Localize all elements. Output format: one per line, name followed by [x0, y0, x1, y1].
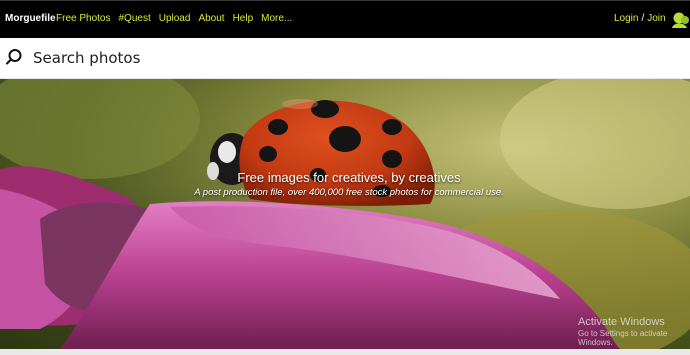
hero-banner: Free images for creatives, by creatives …: [0, 79, 690, 349]
avatar-icon[interactable]: [670, 11, 690, 29]
login-link[interactable]: Login: [614, 13, 638, 24]
nav-free-photos[interactable]: Free Photos: [56, 13, 110, 24]
site-logo[interactable]: Morguefile: [5, 13, 56, 24]
search-bar: [0, 38, 690, 79]
nav-help[interactable]: Help: [233, 13, 254, 24]
bottom-strip: [0, 349, 690, 355]
search-icon[interactable]: [5, 48, 23, 66]
hero-text: Free images for creatives, by creatives …: [0, 170, 690, 198]
nav-more[interactable]: More...: [261, 13, 292, 24]
hero-image: [0, 79, 690, 349]
watermark-title: Activate Windows: [578, 316, 665, 328]
auth-separator: /: [641, 13, 645, 24]
nav-about[interactable]: About: [198, 13, 224, 24]
top-navbar: Morguefile Free Photos #Quest Upload Abo…: [0, 0, 690, 38]
join-link[interactable]: Join: [647, 13, 665, 24]
activate-windows-watermark: Activate Windows Go to Settings to activ…: [578, 316, 690, 347]
main-nav: Free Photos #Quest Upload About Help Mor…: [56, 13, 300, 24]
hero-subtitle: A post production file, over 400,000 fre…: [194, 187, 504, 198]
auth-links: Login / Join: [614, 13, 666, 24]
search-input[interactable]: [33, 47, 653, 69]
watermark-subtitle: Go to Settings to activate Windows.: [578, 329, 668, 347]
hero-title: Free images for creatives, by creatives: [237, 170, 461, 185]
nav-upload[interactable]: Upload: [159, 13, 191, 24]
nav-quest[interactable]: #Quest: [118, 13, 150, 24]
